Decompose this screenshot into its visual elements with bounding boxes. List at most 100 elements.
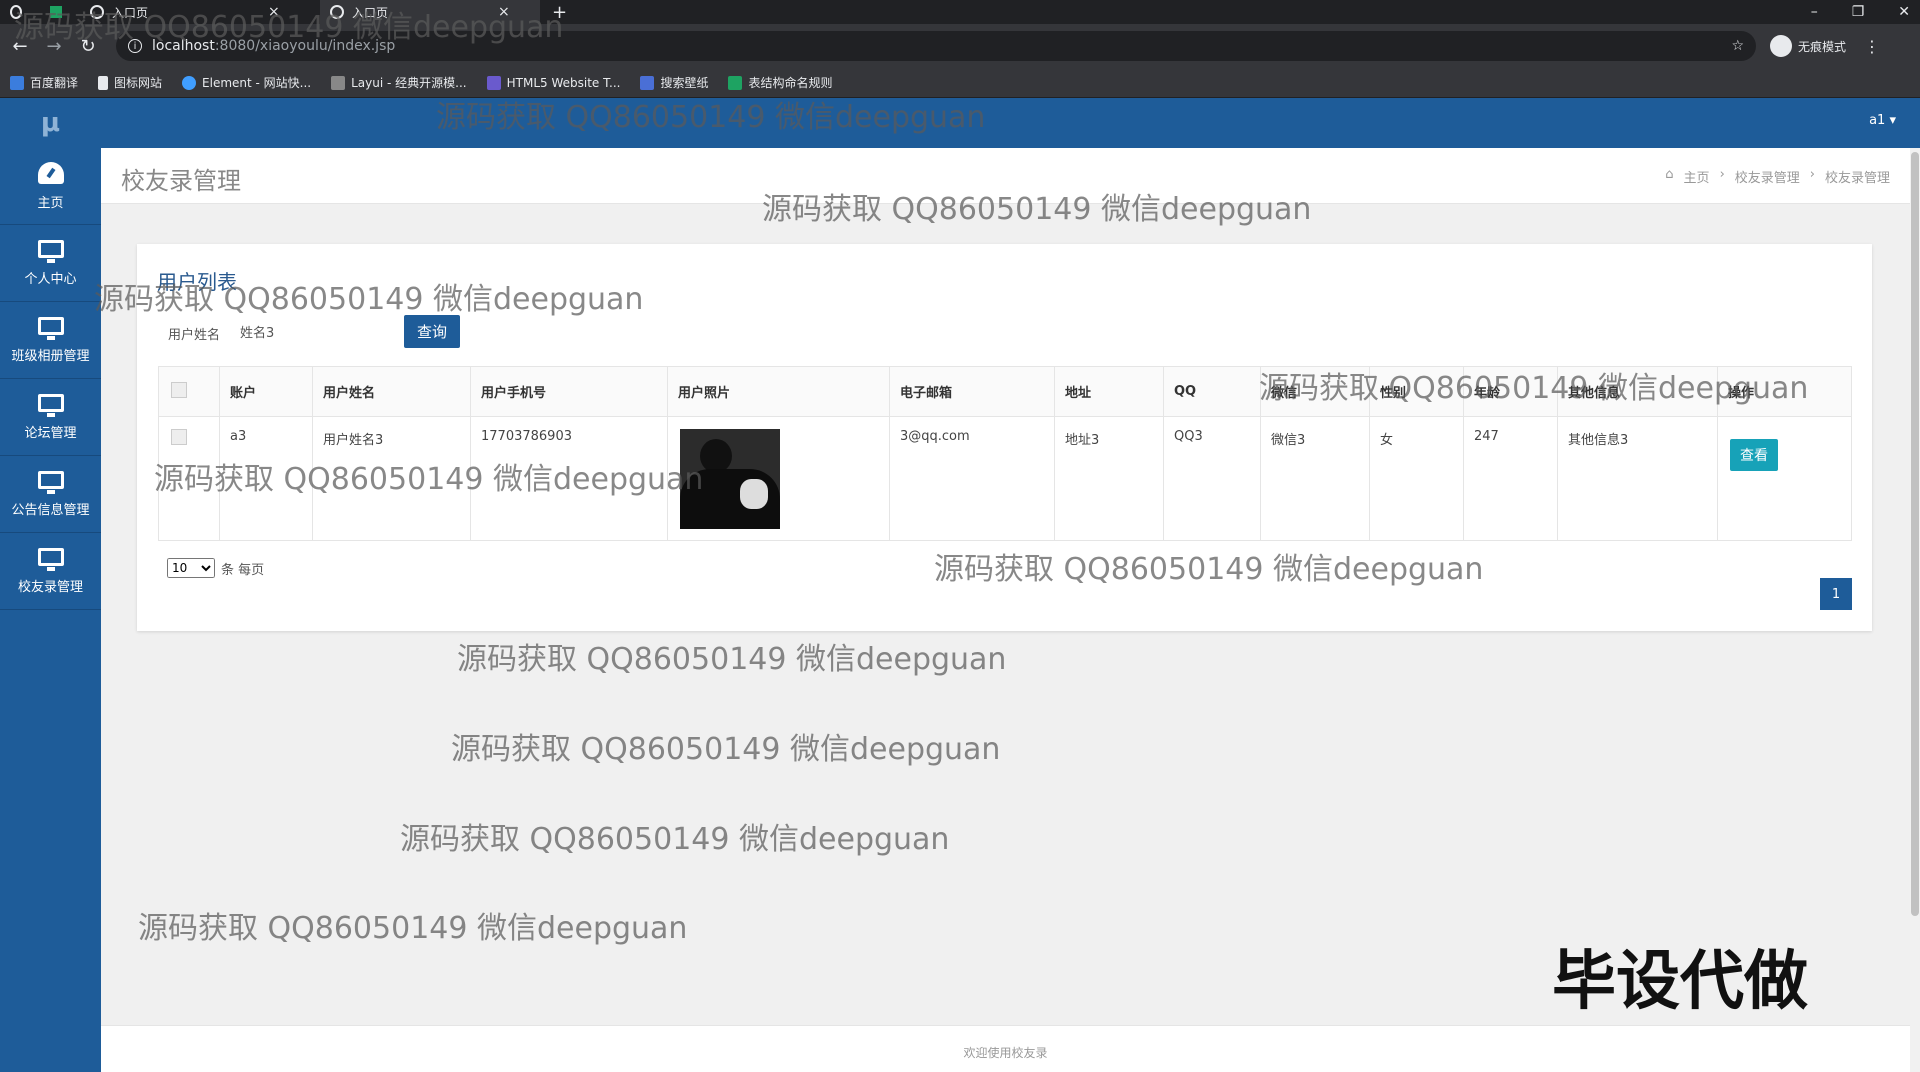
browser-tab[interactable]: 入口页 × bbox=[80, 0, 320, 24]
browser-menu-icon[interactable]: ⋮ bbox=[1864, 37, 1880, 56]
monitor-icon bbox=[37, 470, 64, 494]
browser-tab[interactable] bbox=[0, 0, 40, 24]
cell-name: 用户姓名3 bbox=[312, 416, 471, 541]
column-header: 性别 bbox=[1369, 366, 1464, 417]
bookmark-item[interactable]: 百度翻译 bbox=[10, 74, 78, 91]
layui-icon bbox=[331, 75, 346, 90]
info-icon[interactable]: i bbox=[128, 39, 142, 53]
column-header: 账户 bbox=[219, 366, 313, 417]
globe-icon bbox=[10, 5, 22, 19]
bookmark-item[interactable]: Layui - 经典开源模... bbox=[331, 74, 467, 91]
sidebar-item-label: 主页 bbox=[37, 195, 64, 211]
column-header: 地址 bbox=[1054, 366, 1164, 417]
sidebar-item-home[interactable]: 主页 bbox=[0, 148, 101, 225]
user-dropdown[interactable]: a1 ▾ bbox=[1869, 113, 1896, 128]
url-host: localhost bbox=[152, 38, 215, 54]
scrollbar-thumb[interactable] bbox=[1911, 152, 1919, 916]
row-checkbox[interactable] bbox=[171, 429, 187, 445]
sidebar-item-label: 班级相册管理 bbox=[11, 348, 90, 364]
watermark-text: 源码获取 QQ86050149 微信deepguan bbox=[400, 822, 950, 857]
column-header: 用户手机号 bbox=[470, 366, 668, 417]
table-header-row: 账户 用户姓名 用户手机号 用户照片 电子邮箱 地址 QQ 微信 性别 年龄 其… bbox=[158, 366, 1852, 417]
browser-tab-strip: 入口页 × 入口页 × + – ❐ ✕ bbox=[0, 0, 1920, 24]
bookmark-star-icon[interactable]: ☆ bbox=[1731, 38, 1744, 54]
breadcrumb-item: 校友录管理 bbox=[1824, 171, 1890, 186]
sheet-icon bbox=[50, 6, 62, 18]
breadcrumb-separator: › bbox=[1809, 167, 1815, 182]
breadcrumb-item[interactable]: 校友录管理 bbox=[1735, 167, 1800, 186]
cell-wechat: 微信3 bbox=[1260, 416, 1370, 541]
sidebar-item-notice[interactable]: 公告信息管理 bbox=[0, 456, 101, 533]
element-icon bbox=[182, 75, 197, 90]
bookmark-item[interactable]: Element - 网站快... bbox=[182, 74, 311, 91]
monitor-icon bbox=[37, 547, 64, 571]
bookmark-item[interactable]: 图标网站 bbox=[98, 74, 162, 91]
breadcrumb-item[interactable]: 主页 bbox=[1684, 167, 1710, 186]
tab-title: 入口页 bbox=[352, 5, 389, 20]
close-tab-icon[interactable]: × bbox=[498, 4, 510, 20]
page-scrollbar[interactable] bbox=[1910, 148, 1920, 1072]
top-navbar: a1 ▾ bbox=[101, 98, 1920, 148]
url-path: :8080/xiaoyoulu/index.jsp bbox=[214, 38, 396, 54]
bookmark-item[interactable]: 搜索壁纸 bbox=[640, 74, 708, 91]
reload-icon[interactable]: ↻ bbox=[74, 36, 102, 57]
sidebar-item-label: 校友录管理 bbox=[17, 579, 83, 595]
footer: 欢迎使用校友录 bbox=[101, 1025, 1910, 1072]
column-header: 操作 bbox=[1717, 366, 1852, 417]
minimize-icon[interactable]: – bbox=[1811, 4, 1818, 20]
sidebar-item-profile[interactable]: 个人中心 bbox=[0, 225, 101, 302]
home-icon: ⌂ bbox=[1665, 167, 1674, 182]
browser-tab-active[interactable]: 入口页 × bbox=[320, 0, 540, 24]
forward-icon[interactable]: → bbox=[40, 36, 68, 57]
globe-icon bbox=[330, 5, 344, 19]
restore-icon[interactable]: ❐ bbox=[1852, 4, 1865, 20]
column-header: 微信 bbox=[1260, 366, 1370, 417]
sidebar-item-alumni[interactable]: 校友录管理 bbox=[0, 533, 101, 610]
window-controls: – ❐ ✕ bbox=[1811, 0, 1910, 24]
profile-indicator[interactable]: 无痕模式 bbox=[1770, 35, 1846, 57]
cell-phone: 17703786903 bbox=[470, 416, 668, 541]
close-tab-icon[interactable]: × bbox=[268, 4, 280, 20]
watermark-text: 源码获取 QQ86050149 微信deepguan bbox=[138, 911, 688, 946]
cell-email: 3@qq.com bbox=[889, 416, 1055, 541]
watermark-text: 源码获取 QQ86050149 微信deepguan bbox=[451, 732, 1001, 767]
search-label: 用户姓名 bbox=[168, 328, 221, 343]
search-button[interactable]: 查询 bbox=[404, 315, 460, 348]
card-title: 用户列表 bbox=[157, 270, 237, 294]
sidebar-item-label: 公告信息管理 bbox=[11, 502, 90, 518]
wallpaper-icon bbox=[640, 75, 655, 90]
user-table: 账户 用户姓名 用户手机号 用户照片 电子邮箱 地址 QQ 微信 性别 年龄 其… bbox=[158, 366, 1852, 541]
user-photo bbox=[680, 429, 780, 529]
sidebar-item-album[interactable]: 班级相册管理 bbox=[0, 302, 101, 379]
sidebar-item-forum[interactable]: 论坛管理 bbox=[0, 379, 101, 456]
address-bar[interactable]: i localhost:8080/xiaoyoulu/index.jsp ☆ bbox=[116, 31, 1756, 61]
breadcrumb: ⌂ 主页 › 校友录管理 › 校友录管理 bbox=[1665, 167, 1890, 186]
select-all-cell bbox=[158, 366, 220, 417]
column-header: 电子邮箱 bbox=[889, 366, 1055, 417]
column-header: 其他信息 bbox=[1557, 366, 1718, 417]
cell-gender: 女 bbox=[1369, 416, 1464, 541]
browser-tab[interactable] bbox=[40, 0, 80, 24]
bookmark-item[interactable]: HTML5 Website T... bbox=[486, 75, 620, 90]
page-header: 校友录管理 ⌂ 主页 › 校友录管理 › 校友录管理 bbox=[101, 148, 1910, 204]
search-input[interactable] bbox=[232, 314, 392, 348]
tab-title: 入口页 bbox=[112, 5, 149, 20]
back-icon[interactable]: ← bbox=[6, 36, 34, 57]
view-button[interactable]: 查看 bbox=[1730, 439, 1778, 471]
bookmark-item[interactable]: 表结构命名规则 bbox=[728, 74, 832, 91]
page-button-current[interactable]: 1 bbox=[1820, 578, 1852, 610]
new-tab-button[interactable]: + bbox=[552, 2, 567, 23]
translate-icon bbox=[10, 75, 24, 90]
row-select-cell bbox=[158, 416, 220, 541]
incognito-icon bbox=[1770, 35, 1792, 57]
sidebar-item-label: 论坛管理 bbox=[24, 425, 77, 441]
dashboard-icon bbox=[37, 161, 64, 184]
app-logo[interactable]: μ bbox=[0, 98, 101, 148]
select-all-checkbox[interactable] bbox=[171, 381, 187, 398]
close-window-icon[interactable]: ✕ bbox=[1898, 4, 1910, 20]
bookmarks-bar: 百度翻译 图标网站 Element - 网站快... Layui - 经典开源模… bbox=[0, 68, 1920, 98]
breadcrumb-separator: › bbox=[1719, 167, 1725, 182]
page-size-suffix: 条 每页 bbox=[221, 562, 265, 578]
cell-account: a3 bbox=[219, 416, 313, 541]
page-size-select[interactable]: 10 bbox=[167, 558, 215, 578]
